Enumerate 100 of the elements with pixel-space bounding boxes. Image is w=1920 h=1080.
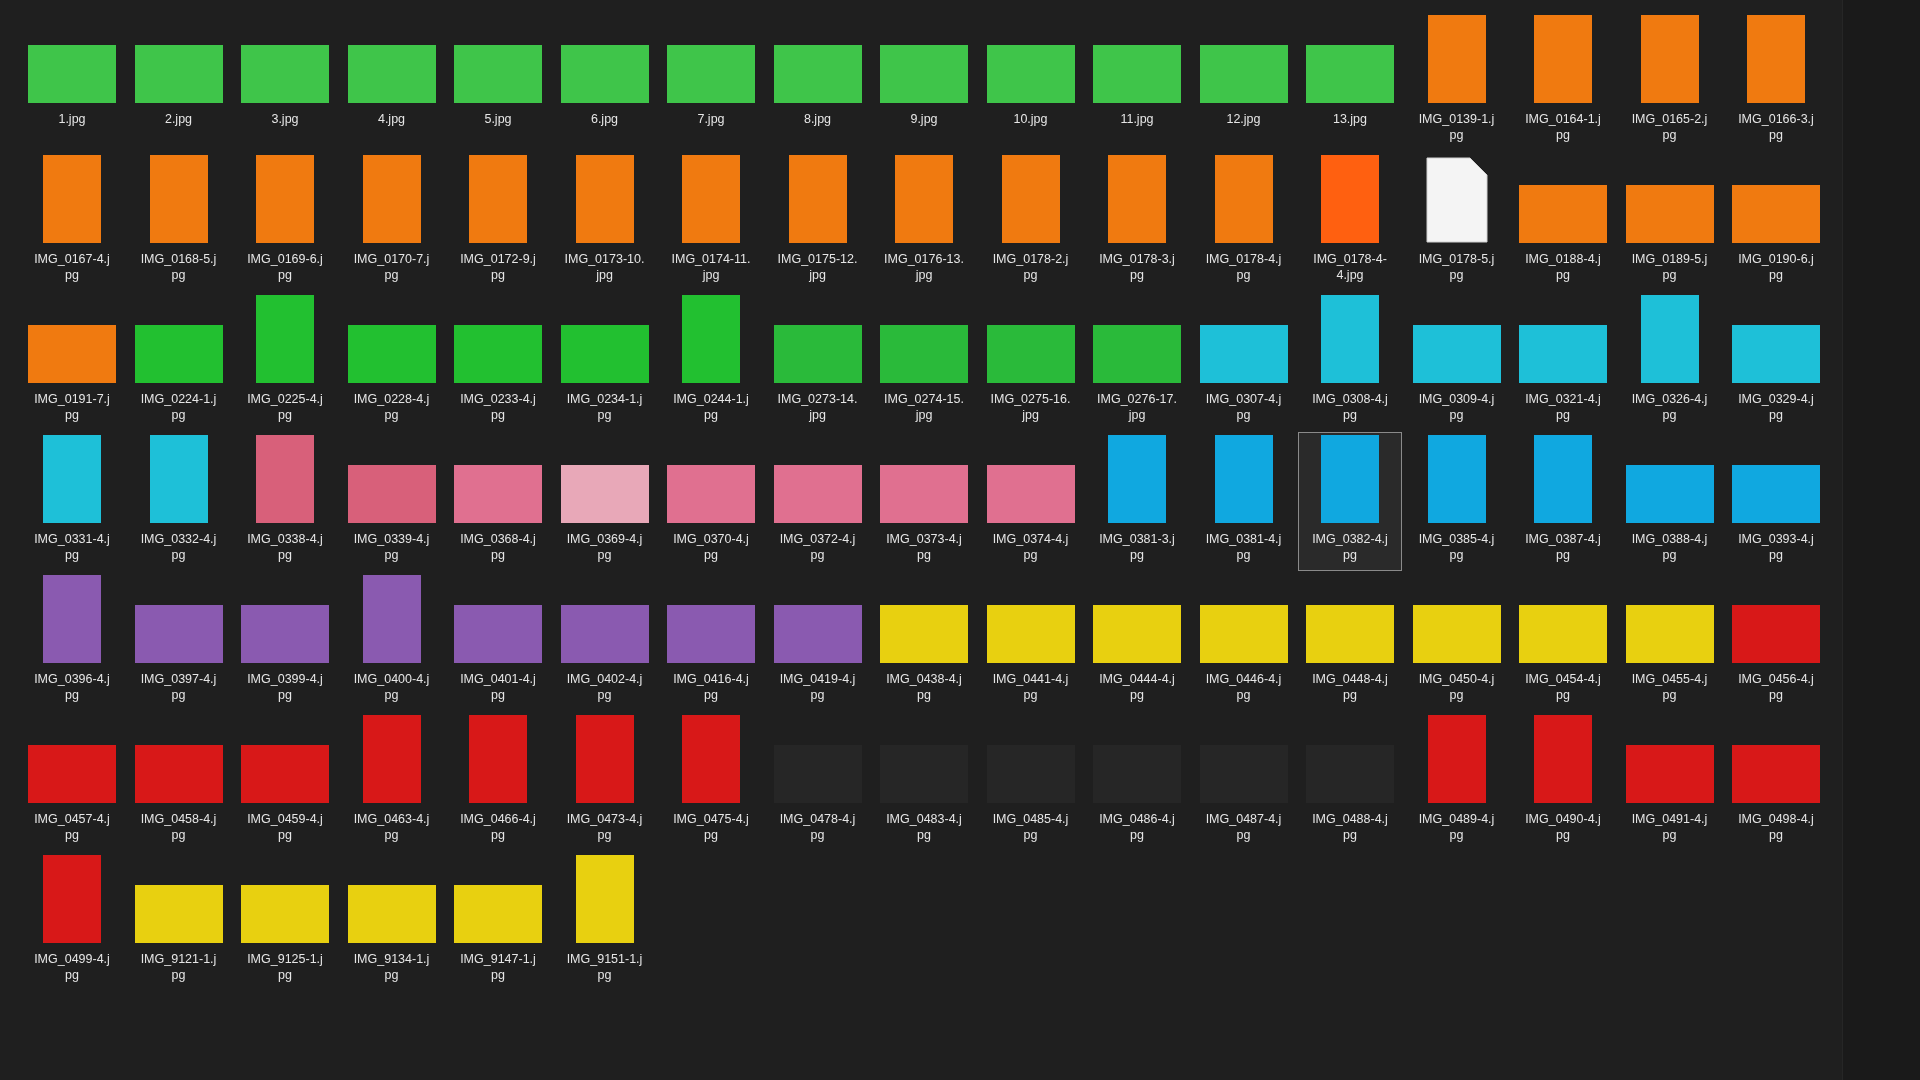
file-tile[interactable]: IMG_0498-4.jpg bbox=[1724, 712, 1828, 851]
file-name[interactable]: IMG_0402-4.jpg bbox=[564, 671, 645, 703]
file-name[interactable]: IMG_0385-4.jpg bbox=[1416, 531, 1497, 563]
file-tile[interactable]: IMG_9125-1.jpg bbox=[233, 852, 337, 991]
file-tile[interactable]: IMG_0274-15.jpg bbox=[872, 292, 976, 431]
file-tile[interactable]: IMG_0170-7.jpg bbox=[339, 152, 444, 291]
file-name[interactable]: IMG_0332-4.jpg bbox=[138, 531, 219, 563]
file-name[interactable]: IMG_0174-11.jpg bbox=[671, 251, 751, 283]
file-tile[interactable]: IMG_9147-1.jpg bbox=[446, 852, 550, 991]
file-name[interactable]: IMG_0491-4.jpg bbox=[1629, 811, 1710, 843]
file-tile[interactable]: IMG_0233-4.jpg bbox=[446, 292, 550, 431]
file-tile[interactable]: IMG_0329-4.jpg bbox=[1724, 292, 1828, 431]
file-tile[interactable]: IMG_0178-4.jpg bbox=[1191, 152, 1296, 291]
file-tile[interactable]: 10.jpg bbox=[978, 12, 1083, 151]
file-name[interactable]: IMG_0172-9.jpg bbox=[458, 251, 538, 283]
file-name[interactable]: IMG_0234-1.jpg bbox=[564, 391, 645, 423]
file-tile[interactable]: IMG_0173-10.jpg bbox=[552, 152, 657, 291]
file-tile[interactable]: IMG_0387-4.jpg bbox=[1511, 432, 1615, 571]
file-tile[interactable]: IMG_0174-11.jpg bbox=[659, 152, 763, 291]
file-name[interactable]: IMG_0190-6.jpg bbox=[1736, 251, 1816, 283]
file-tile[interactable]: IMG_0441-4.jpg bbox=[978, 572, 1083, 711]
file-tile[interactable]: IMG_0485-4.jpg bbox=[978, 712, 1083, 851]
file-name[interactable]: IMG_0457-4.jpg bbox=[32, 811, 112, 843]
file-name[interactable]: IMG_0176-13.jpg bbox=[884, 251, 964, 283]
file-tile[interactable]: IMG_0444-4.jpg bbox=[1085, 572, 1189, 711]
file-tile[interactable]: IMG_0488-4.jpg bbox=[1298, 712, 1402, 851]
file-tile[interactable]: IMG_0307-4.jpg bbox=[1191, 292, 1296, 431]
file-name[interactable]: IMG_0339-4.jpg bbox=[351, 531, 432, 563]
file-name[interactable]: IMG_0466-4.jpg bbox=[458, 811, 538, 843]
file-tile[interactable]: 11.jpg bbox=[1085, 12, 1189, 151]
file-tile[interactable]: 7.jpg bbox=[659, 12, 763, 151]
file-tile[interactable]: 6.jpg bbox=[552, 12, 657, 151]
file-name[interactable]: IMG_0490-4.jpg bbox=[1523, 811, 1603, 843]
file-tile[interactable]: IMG_0486-4.jpg bbox=[1085, 712, 1189, 851]
file-tile[interactable]: IMG_0397-4.jpg bbox=[126, 572, 231, 711]
file-name[interactable]: IMG_0416-4.jpg bbox=[671, 671, 751, 703]
file-name[interactable]: IMG_0228-4.jpg bbox=[351, 391, 432, 423]
file-tile[interactable]: 2.jpg bbox=[126, 12, 231, 151]
file-name[interactable]: IMG_0486-4.jpg bbox=[1097, 811, 1177, 843]
file-name[interactable]: IMG_9134-1.jpg bbox=[351, 951, 432, 983]
file-name[interactable]: IMG_0178-4-4.jpg bbox=[1310, 251, 1390, 283]
file-name[interactable]: IMG_0393-4.jpg bbox=[1736, 531, 1816, 563]
file-name[interactable]: IMG_0463-4.jpg bbox=[351, 811, 432, 843]
file-name[interactable]: IMG_0224-1.jpg bbox=[138, 391, 219, 423]
file-name[interactable]: IMG_0444-4.jpg bbox=[1097, 671, 1177, 703]
file-tile[interactable]: IMG_0244-1.jpg bbox=[659, 292, 763, 431]
file-tile[interactable]: IMG_0454-4.jpg bbox=[1511, 572, 1615, 711]
file-tile[interactable]: IMG_0466-4.jpg bbox=[446, 712, 550, 851]
file-name[interactable]: IMG_0489-4.jpg bbox=[1416, 811, 1497, 843]
file-name[interactable]: IMG_0329-4.jpg bbox=[1736, 391, 1816, 423]
file-tile[interactable]: IMG_0388-4.jpg bbox=[1617, 432, 1722, 571]
file-name[interactable]: IMG_0139-1.jpg bbox=[1416, 111, 1497, 143]
file-name[interactable]: IMG_0276-17.jpg bbox=[1097, 391, 1177, 423]
file-tile[interactable]: IMG_0326-4.jpg bbox=[1617, 292, 1722, 431]
file-tile[interactable]: IMG_0165-2.jpg bbox=[1617, 12, 1722, 151]
file-tile[interactable]: IMG_0400-4.jpg bbox=[339, 572, 444, 711]
file-name[interactable]: IMG_0397-4.jpg bbox=[138, 671, 219, 703]
file-name[interactable]: 12.jpg bbox=[1203, 111, 1284, 127]
file-tile[interactable]: IMG_0458-4.jpg bbox=[126, 712, 231, 851]
file-tile[interactable]: IMG_0473-4.jpg bbox=[552, 712, 657, 851]
file-tile[interactable]: IMG_0164-1.jpg bbox=[1511, 12, 1615, 151]
file-name[interactable]: IMG_0473-4.jpg bbox=[564, 811, 645, 843]
file-name[interactable]: IMG_0331-4.jpg bbox=[32, 531, 112, 563]
file-name[interactable]: IMG_0164-1.jpg bbox=[1523, 111, 1603, 143]
file-name[interactable]: 7.jpg bbox=[671, 111, 751, 127]
file-tile[interactable]: IMG_0167-4.jpg bbox=[20, 152, 124, 291]
file-name[interactable]: IMG_0373-4.jpg bbox=[884, 531, 964, 563]
file-tile[interactable]: IMG_0191-7.jpg bbox=[20, 292, 124, 431]
file-tile[interactable]: IMG_0224-1.jpg bbox=[126, 292, 231, 431]
file-name[interactable]: 5.jpg bbox=[458, 111, 538, 127]
file-tile[interactable]: 3.jpg bbox=[233, 12, 337, 151]
file-name[interactable]: IMG_0309-4.jpg bbox=[1416, 391, 1497, 423]
file-name[interactable]: IMG_0170-7.jpg bbox=[351, 251, 432, 283]
file-name[interactable]: IMG_0165-2.jpg bbox=[1629, 111, 1710, 143]
file-tile[interactable]: IMG_0457-4.jpg bbox=[20, 712, 124, 851]
file-name[interactable]: IMG_0387-4.jpg bbox=[1523, 531, 1603, 563]
file-tile[interactable]: IMG_0463-4.jpg bbox=[339, 712, 444, 851]
file-tile[interactable]: IMG_0416-4.jpg bbox=[659, 572, 763, 711]
file-tile[interactable]: IMG_0475-4.jpg bbox=[659, 712, 763, 851]
file-tile[interactable]: IMG_0448-4.jpg bbox=[1298, 572, 1402, 711]
file-name[interactable]: IMG_9125-1.jpg bbox=[245, 951, 325, 983]
file-tile[interactable]: 12.jpg bbox=[1191, 12, 1296, 151]
file-name[interactable]: IMG_0178-2.jpg bbox=[990, 251, 1071, 283]
file-name[interactable]: IMG_0498-4.jpg bbox=[1736, 811, 1816, 843]
file-name[interactable]: IMG_0308-4.jpg bbox=[1310, 391, 1390, 423]
file-tile[interactable]: IMG_9121-1.jpg bbox=[126, 852, 231, 991]
file-name[interactable]: IMG_0307-4.jpg bbox=[1203, 391, 1284, 423]
file-name[interactable]: IMG_0446-4.jpg bbox=[1203, 671, 1284, 703]
file-name[interactable]: IMG_0388-4.jpg bbox=[1629, 531, 1710, 563]
file-tile[interactable]: IMG_0489-4.jpg bbox=[1404, 712, 1509, 851]
file-tile[interactable]: IMG_0381-4.jpg bbox=[1191, 432, 1296, 571]
file-tile[interactable]: IMG_0178-4-4.jpg bbox=[1298, 152, 1402, 291]
file-name[interactable]: IMG_0455-4.jpg bbox=[1629, 671, 1710, 703]
file-name[interactable]: IMG_0488-4.jpg bbox=[1310, 811, 1390, 843]
file-tile[interactable]: IMG_0275-16.jpg bbox=[978, 292, 1083, 431]
file-name[interactable]: IMG_0326-4.jpg bbox=[1629, 391, 1710, 423]
file-name[interactable]: IMG_0188-4.jpg bbox=[1523, 251, 1603, 283]
file-name[interactable]: IMG_0244-1.jpg bbox=[671, 391, 751, 423]
file-name[interactable]: IMG_0448-4.jpg bbox=[1310, 671, 1390, 703]
file-name[interactable]: IMG_0456-4.jpg bbox=[1736, 671, 1816, 703]
